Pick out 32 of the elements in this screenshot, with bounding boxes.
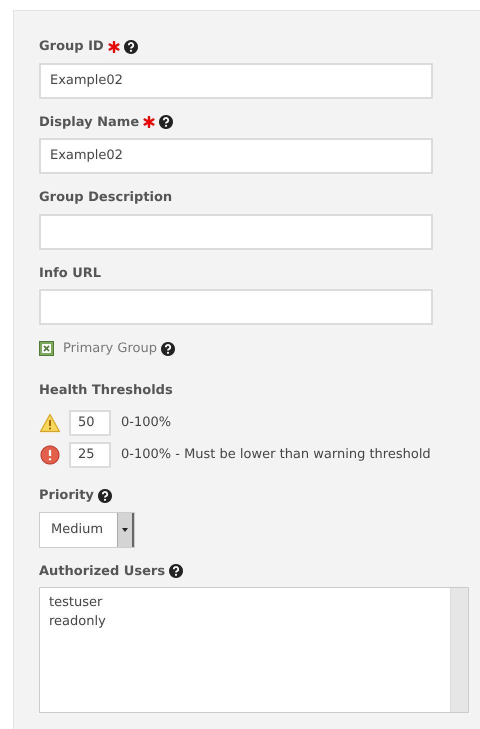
- threshold-field[interactable]: 25: [69, 442, 111, 468]
- field-label: Info URL: [39, 264, 102, 282]
- required-icon: [143, 116, 156, 128]
- field-label: Priority: [39, 487, 94, 505]
- required-icon: [108, 40, 120, 53]
- scrollbar[interactable]: [450, 588, 468, 712]
- help-icon[interactable]: [124, 40, 138, 54]
- field-label: Group Description: [39, 189, 172, 207]
- error-icon: [40, 445, 60, 465]
- help-icon[interactable]: [169, 564, 184, 578]
- help-icon[interactable]: [160, 342, 175, 356]
- priority-dropdown[interactable]: Medium: [39, 512, 135, 548]
- user-entry: readonly: [49, 613, 107, 631]
- threshold-hint: 0-100%: [121, 414, 172, 432]
- threshold-hint: 0-100% - Must be lower than warning threshold: [121, 446, 431, 464]
- text-field[interactable]: [39, 214, 433, 250]
- field-label: Group ID: [39, 38, 104, 56]
- field-label: Authorized Users: [39, 562, 166, 580]
- warning-icon: [39, 413, 61, 433]
- threshold-field[interactable]: 50: [69, 410, 111, 436]
- caret-icon: [122, 528, 128, 532]
- checkbox[interactable]: [39, 341, 54, 356]
- field-label: Display Name: [39, 114, 140, 132]
- section-title: Health Thresholds: [39, 382, 174, 400]
- user-entry: testuser: [49, 594, 104, 612]
- text-field[interactable]: Example02: [39, 62, 433, 98]
- text-field[interactable]: Example02: [39, 138, 433, 174]
- help-icon[interactable]: [98, 488, 112, 503]
- text-field[interactable]: [39, 289, 433, 325]
- users-textarea[interactable]: testuser readonly: [39, 587, 469, 713]
- checkbox-label: Primary Group: [63, 340, 157, 358]
- help-icon[interactable]: [159, 115, 174, 130]
